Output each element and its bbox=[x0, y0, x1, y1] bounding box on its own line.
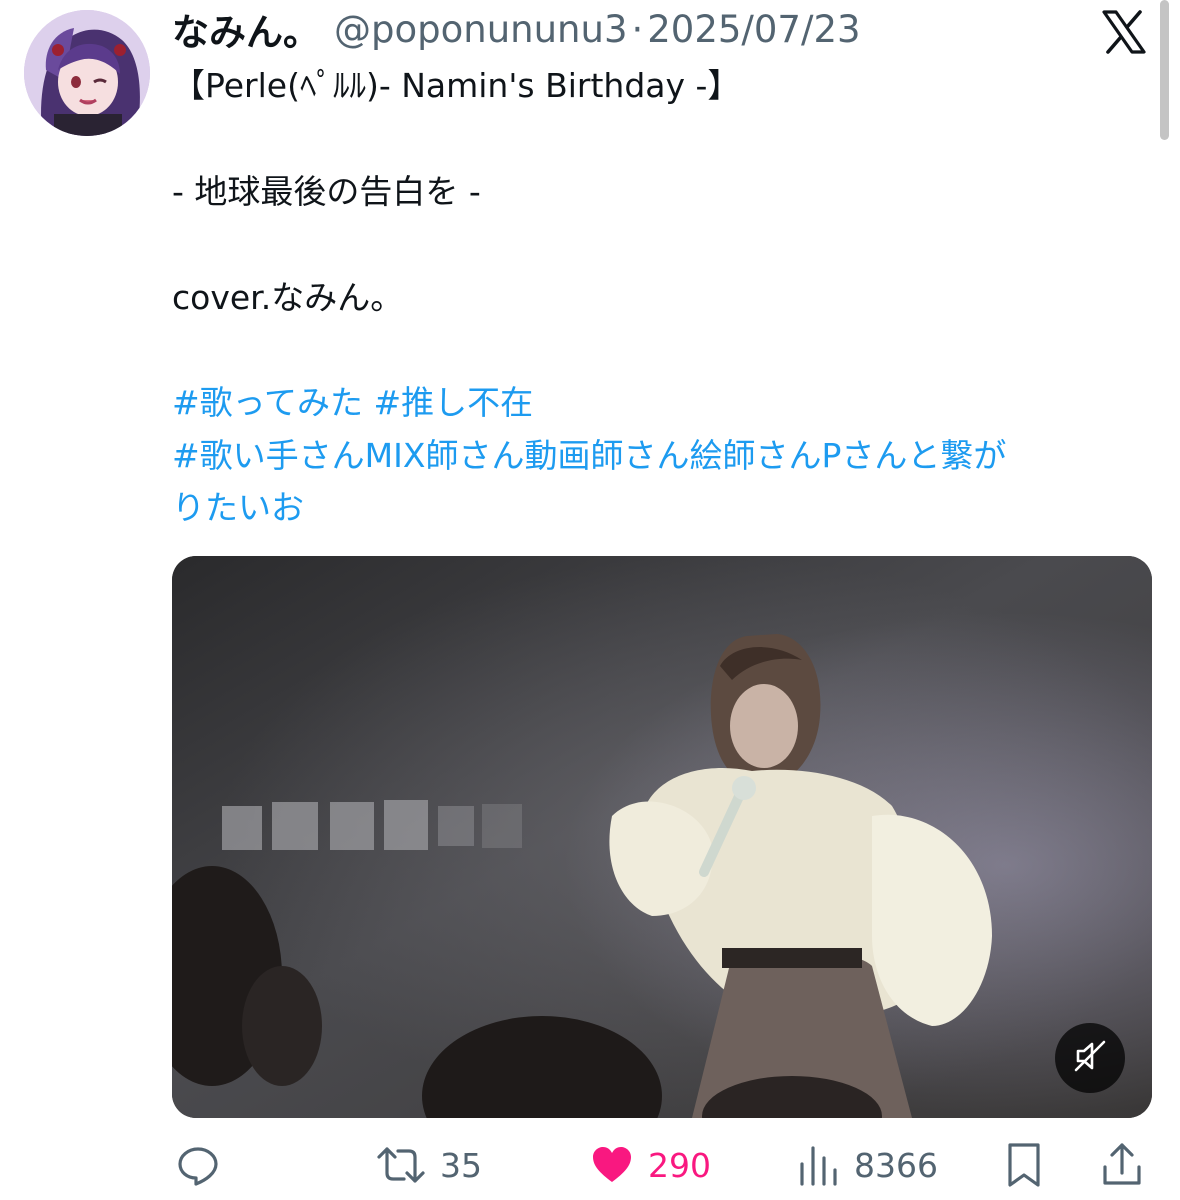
retweet-count: 35 bbox=[440, 1145, 482, 1185]
bookmark-icon bbox=[1004, 1141, 1044, 1189]
reply-button[interactable] bbox=[174, 1138, 222, 1192]
reply-icon bbox=[174, 1141, 222, 1189]
share-icon bbox=[1100, 1141, 1144, 1189]
user-handle[interactable]: @poponununu3 bbox=[334, 8, 628, 51]
scrollbar[interactable] bbox=[1160, 0, 1169, 140]
share-button[interactable] bbox=[1100, 1138, 1144, 1192]
like-count: 290 bbox=[648, 1145, 711, 1185]
display-name[interactable]: なみん。 bbox=[172, 2, 320, 56]
tweet-date[interactable]: 2025/07/23 bbox=[647, 8, 860, 51]
tweet-header: なみん。 @poponununu3 · 2025/07/23 bbox=[172, 6, 861, 55]
heart-icon bbox=[590, 1143, 634, 1187]
hashtag-utattemita[interactable]: #歌ってみた bbox=[172, 383, 363, 422]
avatar[interactable] bbox=[24, 10, 150, 136]
muted-speaker-icon bbox=[1072, 1038, 1108, 1078]
retweet-icon bbox=[376, 1141, 426, 1189]
hashtag-utaite-mix-continued[interactable]: りたいお bbox=[172, 488, 304, 528]
video-player[interactable] bbox=[172, 556, 1152, 1118]
views-icon bbox=[798, 1142, 840, 1188]
mute-toggle-button[interactable] bbox=[1055, 1023, 1125, 1093]
avatar-illustration bbox=[24, 10, 150, 136]
views-button[interactable]: 8366 bbox=[798, 1138, 938, 1192]
views-count: 8366 bbox=[854, 1145, 938, 1185]
hashtag-line: #歌ってみた #推し不在 bbox=[172, 383, 533, 423]
x-logo-icon bbox=[1100, 8, 1148, 56]
tweet-text-song: - 地球最後の告白を - bbox=[172, 172, 481, 211]
hashtag-oshi-fuzai[interactable]: #推し不在 bbox=[374, 383, 534, 422]
hashtag-utaite-mix[interactable]: #歌い手さんMIX師さん動画師さん絵師さんPさんと繋が bbox=[172, 436, 1006, 476]
separator-dot: · bbox=[631, 7, 644, 51]
tweet-text-cover: cover.なみん。 bbox=[172, 278, 404, 317]
like-button[interactable]: 290 bbox=[590, 1138, 711, 1192]
retweet-button[interactable]: 35 bbox=[376, 1138, 482, 1192]
bookmark-button[interactable] bbox=[1004, 1138, 1044, 1192]
video-frame bbox=[172, 556, 1152, 1118]
tweet-text-title: 【Perle(ﾍﾟﾙﾙ)- Namin's Birthday -】 bbox=[172, 66, 741, 105]
